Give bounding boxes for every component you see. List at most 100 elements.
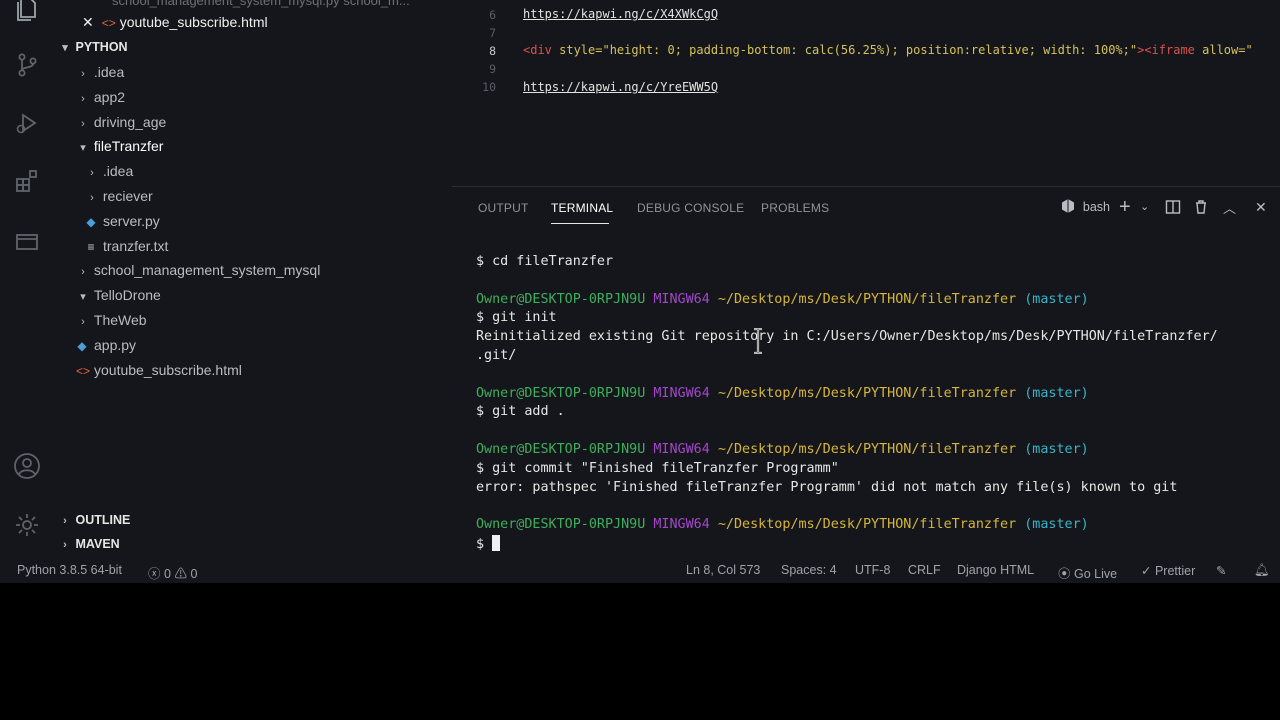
html-attr: style="height: 0; padding-bottom: calc(5…: [551, 43, 1138, 57]
terminal-input-line[interactable]: $: [476, 534, 1276, 555]
prompt-user: Owner@DESKTOP-0RPJN9U: [476, 291, 646, 307]
warning-icon: ⚠: [174, 567, 187, 581]
chevron-right-icon: ›: [90, 167, 94, 180]
terminal-line: $ git add .: [476, 404, 565, 420]
tab-problems[interactable]: PROBLEMS: [761, 201, 829, 215]
prompt-branch: (master): [1024, 517, 1089, 533]
mouse-ibeam-cursor: [754, 328, 762, 354]
tree-item[interactable]: › driving_age: [76, 110, 166, 134]
go-live-status[interactable]: ⦿ Go Live: [1058, 563, 1117, 582]
activity-bar: [0, 0, 54, 560]
open-editor-label: youtube_subscribe.html: [119, 14, 268, 30]
tree-item[interactable]: ◆ server.py: [85, 209, 160, 233]
prettier-label: Prettier: [1154, 564, 1196, 578]
tree-item-label: app.py: [94, 336, 137, 353]
tree-item[interactable]: › reciever: [85, 184, 153, 208]
feedback-icon[interactable]: ✎: [1216, 563, 1226, 578]
encoding-status[interactable]: UTF-8: [855, 563, 890, 577]
tree-item[interactable]: ▾ TelloDrone: [76, 283, 161, 307]
eol-status[interactable]: CRLF: [908, 563, 941, 577]
tree-item-label: school_management_system_mysql: [93, 262, 321, 279]
language-mode-status[interactable]: Django HTML: [957, 563, 1034, 577]
terminal-prompt: Owner@DESKTOP-0RPJN9U MINGW64 ~/Desktop/…: [476, 385, 1276, 404]
python-interpreter-status[interactable]: Python 3.8.5 64-bit: [17, 563, 122, 577]
code-line[interactable]: https://kapwi.ng/c/X4XWkCgQ: [523, 7, 718, 21]
prompt-path: ~/Desktop/ms/Desk/PYTHON/fileTranzfer: [717, 517, 1017, 533]
outline-section[interactable]: › OUTLINE: [58, 508, 130, 532]
tree-item[interactable]: <> youtube_subscribe.html: [76, 358, 242, 382]
chevron-right-icon: ›: [81, 316, 85, 328]
terminal-shell-selector[interactable]: bash: [1060, 198, 1110, 214]
prompt-user: Owner@DESKTOP-0RPJN9U: [476, 385, 646, 401]
tab-terminal[interactable]: TERMINAL: [551, 201, 613, 215]
line-number: 6: [489, 8, 496, 22]
tree-item-label: .idea: [102, 163, 134, 180]
status-bar: Python 3.8.5 64-bit ⓧ 0 ⚠ 0 Ln 8, Col 57…: [0, 560, 1280, 582]
chevron-down-icon: ▾: [80, 291, 86, 304]
remote-explorer-icon[interactable]: [12, 226, 42, 256]
shell-label: bash: [1082, 200, 1110, 214]
notifications-bell-icon[interactable]: 🔔︎: [1254, 563, 1270, 578]
check-icon: ✓: [1141, 564, 1152, 578]
open-editor-item[interactable]: ✕ <> youtube_subscribe.html: [82, 10, 268, 34]
tree-item[interactable]: › TheWeb: [76, 308, 147, 332]
problems-status[interactable]: ⓧ 0 ⚠ 0: [148, 563, 197, 582]
indentation-status[interactable]: Spaces: 4: [781, 563, 837, 577]
prompt-mingw: MINGW64: [653, 385, 710, 401]
prompt-branch: (master): [1024, 385, 1089, 401]
chevron-down-icon[interactable]: ⌄: [1140, 200, 1149, 213]
tree-item[interactable]: › .idea: [76, 60, 124, 84]
tab-output[interactable]: OUTPUT: [478, 201, 529, 215]
html-tag: <div: [523, 43, 552, 57]
source-control-icon[interactable]: [12, 50, 42, 80]
tree-item-label: app2: [93, 88, 126, 105]
explorer-icon[interactable]: [12, 0, 42, 24]
chevron-right-icon: ›: [81, 68, 85, 80]
folder-root-python[interactable]: ▾ PYTHON: [58, 35, 128, 59]
terminal-line: error: pathspec 'Finished fileTranzfer P…: [476, 479, 1178, 495]
python-file-icon: ◆: [77, 338, 87, 353]
tree-item[interactable]: › app2: [76, 85, 125, 109]
tree-item[interactable]: ≡ tranzfer.txt: [85, 234, 168, 258]
settings-gear-icon[interactable]: [12, 510, 42, 540]
tree-item-label: server.py: [103, 212, 160, 229]
terminal-prompt-symbol: $: [476, 536, 493, 552]
vscode-window: school_management_system_mysql.py school…: [0, 0, 1280, 583]
tree-item[interactable]: ▾ fileTranzfer: [76, 134, 163, 158]
tree-item-label: TheWeb: [93, 312, 147, 328]
prettier-status[interactable]: ✓ Prettier: [1141, 563, 1195, 578]
chevron-right-icon: ›: [63, 515, 67, 527]
root-folder-label: PYTHON: [75, 40, 128, 54]
code-line-active[interactable]: <div style="height: 0; padding-bottom: c…: [523, 43, 1253, 57]
chevron-down-icon: ▾: [62, 42, 68, 54]
close-icon[interactable]: ✕: [82, 14, 94, 30]
broadcast-icon: ⦿: [1058, 567, 1071, 581]
code-line[interactable]: https://kapwi.ng/c/YreEWW5Q: [523, 80, 718, 94]
prompt-mingw: MINGW64: [653, 441, 710, 457]
prompt-branch: (master): [1024, 441, 1089, 457]
terminal-shell-icon: [1062, 199, 1074, 213]
account-icon[interactable]: [12, 451, 42, 481]
html-file-icon: <>: [101, 16, 116, 30]
cursor-position-status[interactable]: Ln 8, Col 573: [686, 563, 760, 577]
tree-item-label: fileTranzfer: [93, 138, 164, 155]
split-terminal-icon[interactable]: [1165, 199, 1181, 218]
prompt-mingw: MINGW64: [653, 517, 710, 533]
terminal-output[interactable]: $ cd fileTranzfer Owner@DESKTOP-0RPJN9U …: [476, 253, 1276, 555]
line-number: 10: [482, 80, 496, 94]
run-debug-icon[interactable]: [12, 108, 42, 138]
tree-item[interactable]: › .idea: [85, 159, 133, 183]
tab-debug-console[interactable]: DEBUG CONSOLE: [637, 201, 744, 215]
prompt-branch: (master): [1024, 291, 1089, 307]
new-terminal-icon[interactable]: +: [1119, 196, 1131, 219]
tree-item[interactable]: ◆ app.py: [76, 333, 136, 357]
trash-icon[interactable]: [1193, 199, 1209, 218]
close-panel-icon[interactable]: ✕: [1255, 199, 1267, 216]
terminal-line: $ cd fileTranzfer: [476, 254, 614, 269]
code-editor[interactable]: 6 https://kapwi.ng/c/X4XWkCgQ 7 8 <div s…: [452, 0, 1280, 186]
extensions-icon[interactable]: [12, 166, 42, 196]
maven-section[interactable]: › MAVEN: [58, 532, 120, 556]
maximize-panel-icon[interactable]: ︿: [1223, 198, 1236, 217]
chevron-right-icon: ›: [63, 539, 67, 551]
tree-item[interactable]: › school_management_system_mysql: [76, 258, 320, 282]
